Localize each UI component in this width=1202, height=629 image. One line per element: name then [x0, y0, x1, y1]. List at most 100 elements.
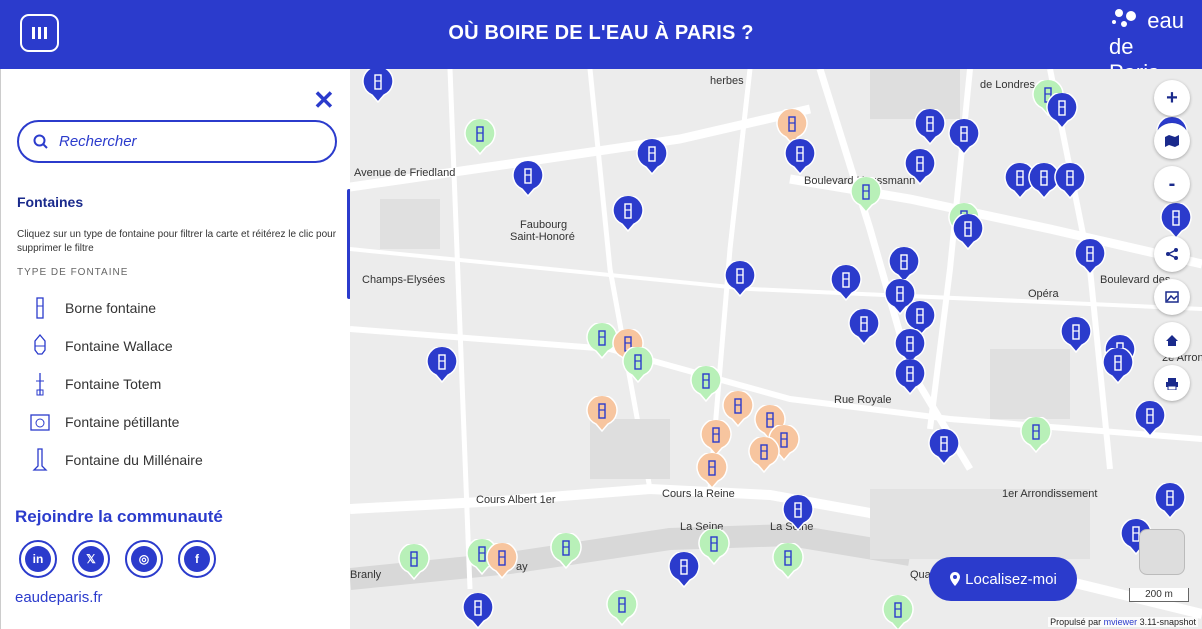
fountain-marker[interactable]: [696, 453, 728, 489]
fountain-marker[interactable]: [888, 247, 920, 283]
share-button[interactable]: [1154, 236, 1190, 272]
fountain-marker[interactable]: [668, 552, 700, 588]
fountain-marker[interactable]: [1054, 163, 1086, 199]
facebook-button[interactable]: f: [178, 540, 216, 578]
facebook-icon: f: [184, 546, 210, 572]
fountain-marker[interactable]: [464, 119, 496, 155]
app-header: OÙ BOIRE DE L'EAU À PARIS ? eau de Paris: [0, 0, 1202, 85]
fountain-marker[interactable]: [1154, 483, 1186, 519]
fountain-marker[interactable]: [426, 347, 458, 383]
map-label: Cours la Reine: [662, 488, 735, 500]
fountain-marker[interactable]: [606, 590, 638, 626]
splash-logo-icon: [1112, 9, 1136, 27]
filter-label: Fontaine du Millénaire: [65, 452, 203, 468]
side-panel: ✕ Fontaines Cliquez sur un type de fonta…: [0, 69, 351, 629]
fountain-marker[interactable]: [612, 196, 644, 232]
map-layers-icon: [1165, 135, 1179, 147]
linkedin-button[interactable]: in: [19, 540, 57, 578]
fountain-marker[interactable]: [850, 177, 882, 213]
map-attribution: Propulsé par mviewer 3.11-snapshot: [1048, 617, 1198, 627]
fountain-marker[interactable]: [784, 139, 816, 175]
map-label: Cours Albert 1er: [476, 494, 556, 506]
fountain-marker[interactable]: [1020, 417, 1052, 453]
fontaine-millenaire-icon: [25, 447, 55, 473]
instagram-button[interactable]: ◎: [125, 540, 163, 578]
filter-fontaine-totem[interactable]: Fontaine Totem: [25, 371, 161, 397]
overview-minimap[interactable]: [1139, 529, 1185, 575]
export-image-button[interactable]: [1154, 279, 1190, 315]
fountain-marker[interactable]: [1060, 317, 1092, 353]
fountain-marker[interactable]: [636, 139, 668, 175]
website-link[interactable]: eaudeparis.fr: [15, 589, 103, 606]
layers-button[interactable]: [1154, 123, 1190, 159]
fountain-marker[interactable]: [698, 529, 730, 565]
fountain-marker[interactable]: [1046, 93, 1078, 129]
image-icon: [1165, 291, 1179, 303]
map-label: Faubourg: [520, 219, 568, 231]
filter-borne-fontaine[interactable]: Borne fontaine: [25, 295, 156, 321]
attribution-prefix: Propulsé par: [1050, 617, 1104, 627]
mviewer-link[interactable]: mviewer: [1104, 617, 1138, 627]
fountain-marker[interactable]: [782, 495, 814, 531]
filter-fontaine-wallace[interactable]: Fontaine Wallace: [25, 333, 173, 359]
map-canvas[interactable]: Avenue de Friedland Faubourg Saint-Honor…: [350, 69, 1202, 629]
fountain-marker[interactable]: [486, 543, 518, 579]
borne-fontaine-icon: [25, 295, 55, 321]
fountain-marker[interactable]: [848, 309, 880, 345]
linkedin-icon: in: [25, 546, 51, 572]
attribution-version: 3.11-snapshot: [1137, 617, 1196, 627]
map-label: de Londres: [980, 79, 1036, 91]
zoom-in-button[interactable]: +: [1154, 80, 1190, 116]
fountain-marker[interactable]: [1074, 239, 1106, 275]
location-pin-icon: [950, 572, 961, 586]
fountain-marker[interactable]: [882, 595, 914, 629]
fountain-marker[interactable]: [894, 359, 926, 395]
fountain-marker[interactable]: [398, 544, 430, 580]
search-icon: [33, 134, 48, 149]
fountain-marker[interactable]: [928, 429, 960, 465]
search-box[interactable]: [17, 120, 337, 163]
social-links: in 𝕏 ◎ f: [19, 540, 231, 578]
fountain-marker[interactable]: [362, 69, 394, 103]
print-button[interactable]: [1154, 365, 1190, 401]
fountain-marker[interactable]: [830, 265, 862, 301]
fountain-marker[interactable]: [690, 366, 722, 402]
x-twitter-button[interactable]: 𝕏: [72, 540, 110, 578]
fountain-marker[interactable]: [1134, 401, 1166, 437]
map-label: 1er Arrondissement: [1002, 488, 1098, 500]
fontaine-totem-icon: [25, 371, 55, 397]
fontaine-wallace-icon: [25, 333, 55, 359]
map-label: Rue Royale: [834, 394, 892, 406]
fountain-marker[interactable]: [700, 420, 732, 456]
locate-me-button[interactable]: Localisez-moi: [929, 557, 1077, 601]
filter-label: Fontaine pétillante: [65, 414, 180, 430]
search-input[interactable]: [57, 132, 311, 151]
fountain-marker[interactable]: [948, 119, 980, 155]
fountain-marker[interactable]: [914, 109, 946, 145]
community-title: Rejoindre la communauté: [15, 507, 223, 526]
filter-fontaine-petillante[interactable]: Fontaine pétillante: [25, 409, 179, 435]
fountain-marker[interactable]: [1160, 203, 1192, 239]
locate-me-label: Localisez-moi: [965, 570, 1057, 588]
fontaine-type-subtitle: TYPE DE FONTAINE: [17, 267, 129, 278]
fountain-marker[interactable]: [550, 533, 582, 569]
fountain-marker[interactable]: [462, 593, 494, 629]
fountain-marker[interactable]: [724, 261, 756, 297]
fountain-marker[interactable]: [1102, 348, 1134, 384]
filter-fontaine-millenaire[interactable]: Fontaine du Millénaire: [25, 447, 203, 473]
map-label: Champs-Elysées: [362, 274, 446, 286]
zoom-out-button[interactable]: -: [1154, 166, 1190, 202]
fountain-marker[interactable]: [772, 543, 804, 579]
fountain-marker[interactable]: [622, 347, 654, 383]
fountain-marker[interactable]: [748, 437, 780, 473]
fountain-marker[interactable]: [952, 214, 984, 250]
close-panel-button[interactable]: ✕: [313, 87, 335, 113]
fountain-marker[interactable]: [904, 149, 936, 185]
fontaine-petillante-icon: [25, 409, 55, 435]
fountain-marker[interactable]: [512, 161, 544, 197]
fountain-marker[interactable]: [586, 396, 618, 432]
home-extent-button[interactable]: [1154, 322, 1190, 358]
share-icon: [1166, 248, 1178, 260]
map-label: Opéra: [1028, 288, 1059, 300]
map-label: Saint-Honoré: [510, 231, 575, 243]
